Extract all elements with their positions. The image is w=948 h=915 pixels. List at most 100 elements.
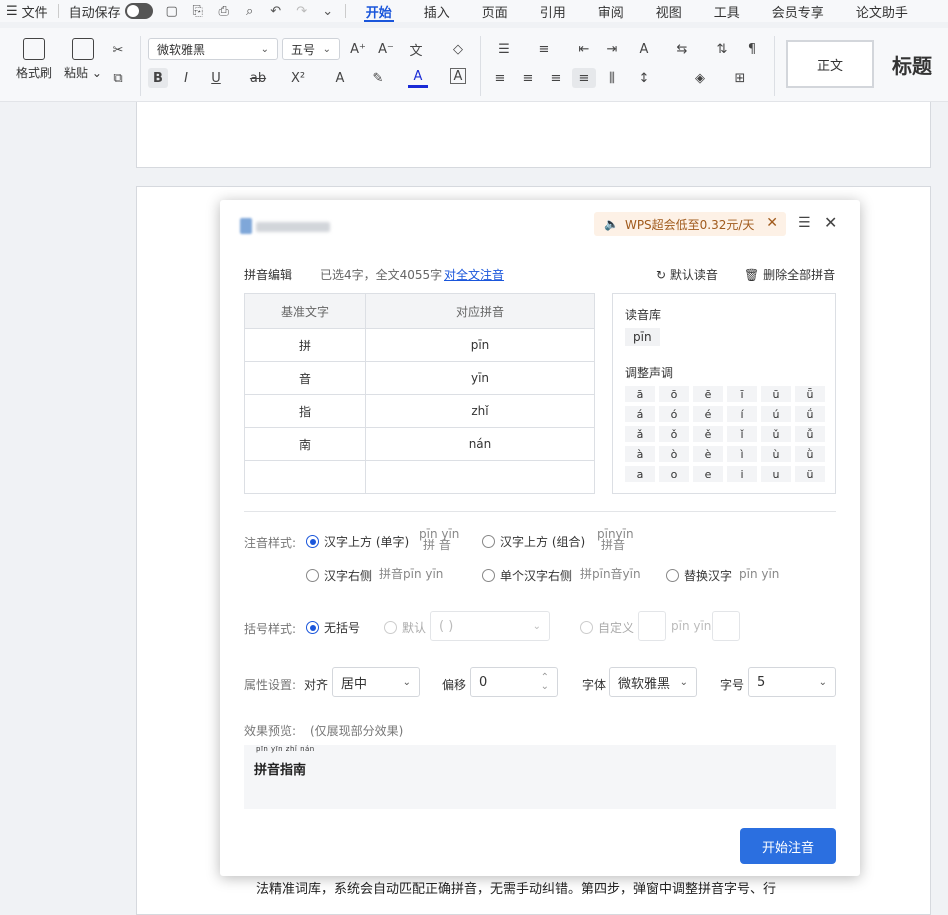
delete-all-pinyin-button[interactable]: 🗑 删除全部拼音 xyxy=(744,266,835,283)
italic-icon[interactable]: I xyxy=(176,68,196,88)
autosave-toggle[interactable]: 自动保存 xyxy=(63,2,159,21)
line-spacing-icon[interactable]: ↕ xyxy=(634,68,654,88)
toggle-switch[interactable] xyxy=(124,3,153,19)
radio-no-bracket[interactable]: 无括号 xyxy=(306,619,360,636)
bullet-list-icon[interactable]: ☰ xyxy=(494,39,514,59)
shading-icon[interactable]: ◈ xyxy=(690,68,710,88)
tone-button[interactable]: ē xyxy=(693,386,723,402)
redo-icon[interactable]: ↷ xyxy=(294,3,310,19)
tab-member[interactable]: 会员专享 xyxy=(756,0,840,22)
default-bracket-select[interactable]: ( ) ⌄ xyxy=(430,611,550,641)
table-row[interactable]: 南 nán xyxy=(244,427,595,461)
tab-page[interactable]: 页面 xyxy=(466,0,524,22)
file-menu[interactable]: ☰ 文件 xyxy=(0,2,54,21)
radio-replace[interactable]: 替换汉字 xyxy=(666,567,732,584)
table-row[interactable]: 音 yīn xyxy=(244,361,595,395)
base-char-cell[interactable] xyxy=(244,460,366,494)
char-border-icon[interactable]: A xyxy=(450,68,466,84)
bold-icon[interactable]: B xyxy=(148,68,168,88)
align-left-icon[interactable]: ≡ xyxy=(490,68,510,88)
tone-button[interactable]: ū xyxy=(761,386,791,402)
superscript-icon[interactable]: X² xyxy=(288,68,308,88)
grow-font-icon[interactable]: A⁺ xyxy=(348,39,368,59)
tone-button[interactable]: è xyxy=(693,446,723,462)
print-icon[interactable]: ⎙ xyxy=(216,3,232,19)
justify-icon[interactable]: ≡ xyxy=(572,68,596,88)
phonetic-guide-icon[interactable]: 文 xyxy=(406,39,426,59)
text-direction-icon[interactable]: ⇆ xyxy=(672,39,692,59)
menu-icon[interactable]: ☰ xyxy=(798,215,811,231)
tone-button[interactable]: a xyxy=(625,466,655,482)
table-row[interactable] xyxy=(244,460,595,494)
radio-right[interactable]: 汉字右侧 xyxy=(306,567,372,584)
align-center-icon[interactable]: ≡ xyxy=(518,68,538,88)
base-char-cell[interactable]: 南 xyxy=(244,427,366,461)
tab-home[interactable]: 开始 xyxy=(350,0,408,22)
tab-insert[interactable]: 插入 xyxy=(408,0,466,22)
decrease-indent-icon[interactable]: ⇤ xyxy=(574,39,594,59)
tone-button[interactable]: ù xyxy=(761,446,791,462)
tone-button[interactable]: á xyxy=(625,406,655,422)
align-select[interactable]: 居中 ⌄ xyxy=(332,667,420,697)
promo-banner[interactable]: 🔈 WPS超会低至0.32元/天 ✕ xyxy=(594,212,786,236)
base-char-cell[interactable]: 指 xyxy=(244,394,366,428)
custom-bracket-right-input[interactable] xyxy=(712,611,740,641)
align-right-icon[interactable]: ≡ xyxy=(546,68,566,88)
tone-button[interactable]: u xyxy=(761,466,791,482)
undo-icon[interactable]: ↶ xyxy=(268,3,284,19)
base-char-cell[interactable]: 音 xyxy=(244,361,366,395)
tone-button[interactable]: é xyxy=(693,406,723,422)
style-normal[interactable]: 正文 xyxy=(786,40,874,88)
tone-button[interactable]: ǎ xyxy=(625,426,655,442)
close-promo-icon[interactable]: ✕ xyxy=(766,215,778,231)
tab-view[interactable]: 视图 xyxy=(640,0,698,22)
tone-button[interactable]: ǚ xyxy=(795,426,825,442)
tone-button[interactable]: ě xyxy=(693,426,723,442)
table-row[interactable]: 拼 pīn xyxy=(244,328,595,362)
tab-references[interactable]: 引用 xyxy=(524,0,582,22)
close-icon[interactable]: ✕ xyxy=(824,213,837,232)
pinyin-cell[interactable]: yīn xyxy=(365,361,595,395)
radio-above-single[interactable]: 汉字上方 (单字) xyxy=(306,533,409,550)
save-icon[interactable]: ▢ xyxy=(164,3,180,19)
tone-button[interactable]: ü xyxy=(795,466,825,482)
increase-indent-icon[interactable]: ⇥ xyxy=(602,39,622,59)
distribute-icon[interactable]: ⫼ xyxy=(602,68,622,88)
radio-above-group[interactable]: 汉字上方 (组合) xyxy=(482,533,585,550)
export-pdf-icon[interactable]: ⎘ xyxy=(190,3,206,19)
copy-icon[interactable]: ⧉ xyxy=(108,68,128,88)
tone-button[interactable]: ā xyxy=(625,386,655,402)
tone-button[interactable]: ǜ xyxy=(795,446,825,462)
tab-review[interactable]: 审阅 xyxy=(582,0,640,22)
tone-button[interactable]: í xyxy=(727,406,757,422)
font-name-select[interactable]: 微软雅黑 ⌄ xyxy=(148,38,278,60)
clear-format-icon[interactable]: ◇ xyxy=(448,39,468,59)
tone-button[interactable]: ú xyxy=(761,406,791,422)
full-text-annotate-link[interactable]: 对全文注音 xyxy=(444,266,504,283)
tone-button[interactable]: ǘ xyxy=(795,406,825,422)
custom-bracket-left-input[interactable] xyxy=(638,611,666,641)
stepper-arrows-icon[interactable]: ⌃ ⌄ xyxy=(541,673,549,692)
pinyin-cell[interactable]: nán xyxy=(365,427,595,461)
offset-stepper[interactable]: 0 ⌃ ⌄ xyxy=(470,667,558,697)
paste-button[interactable]: 粘贴 ⌄ xyxy=(64,38,102,81)
start-annotation-button[interactable]: 开始注音 xyxy=(740,828,836,864)
more-chevron-icon[interactable]: ⌄ xyxy=(320,3,336,19)
style-heading[interactable]: 标题 xyxy=(880,40,948,88)
shrink-font-icon[interactable]: A⁻ xyxy=(376,39,396,59)
tab-tools[interactable]: 工具 xyxy=(698,0,756,22)
default-reading-button[interactable]: ↻ 默认读音 xyxy=(656,266,718,283)
strikethrough-icon[interactable]: ab xyxy=(248,68,268,88)
size-select[interactable]: 5 ⌄ xyxy=(748,667,836,697)
pinyin-cell[interactable] xyxy=(365,460,595,494)
radio-each-right[interactable]: 单个汉字右侧 xyxy=(482,567,572,584)
tone-button[interactable]: ǒ xyxy=(659,426,689,442)
font-color-icon[interactable]: A xyxy=(408,68,428,88)
tone-button[interactable]: ǐ xyxy=(727,426,757,442)
tone-button[interactable]: ǔ xyxy=(761,426,791,442)
tone-button[interactable]: ī xyxy=(727,386,757,402)
table-row[interactable]: 指 zhǐ xyxy=(244,394,595,428)
tone-button[interactable]: ó xyxy=(659,406,689,422)
highlight-icon[interactable]: ✎ xyxy=(368,68,388,88)
tone-button[interactable]: ō xyxy=(659,386,689,402)
